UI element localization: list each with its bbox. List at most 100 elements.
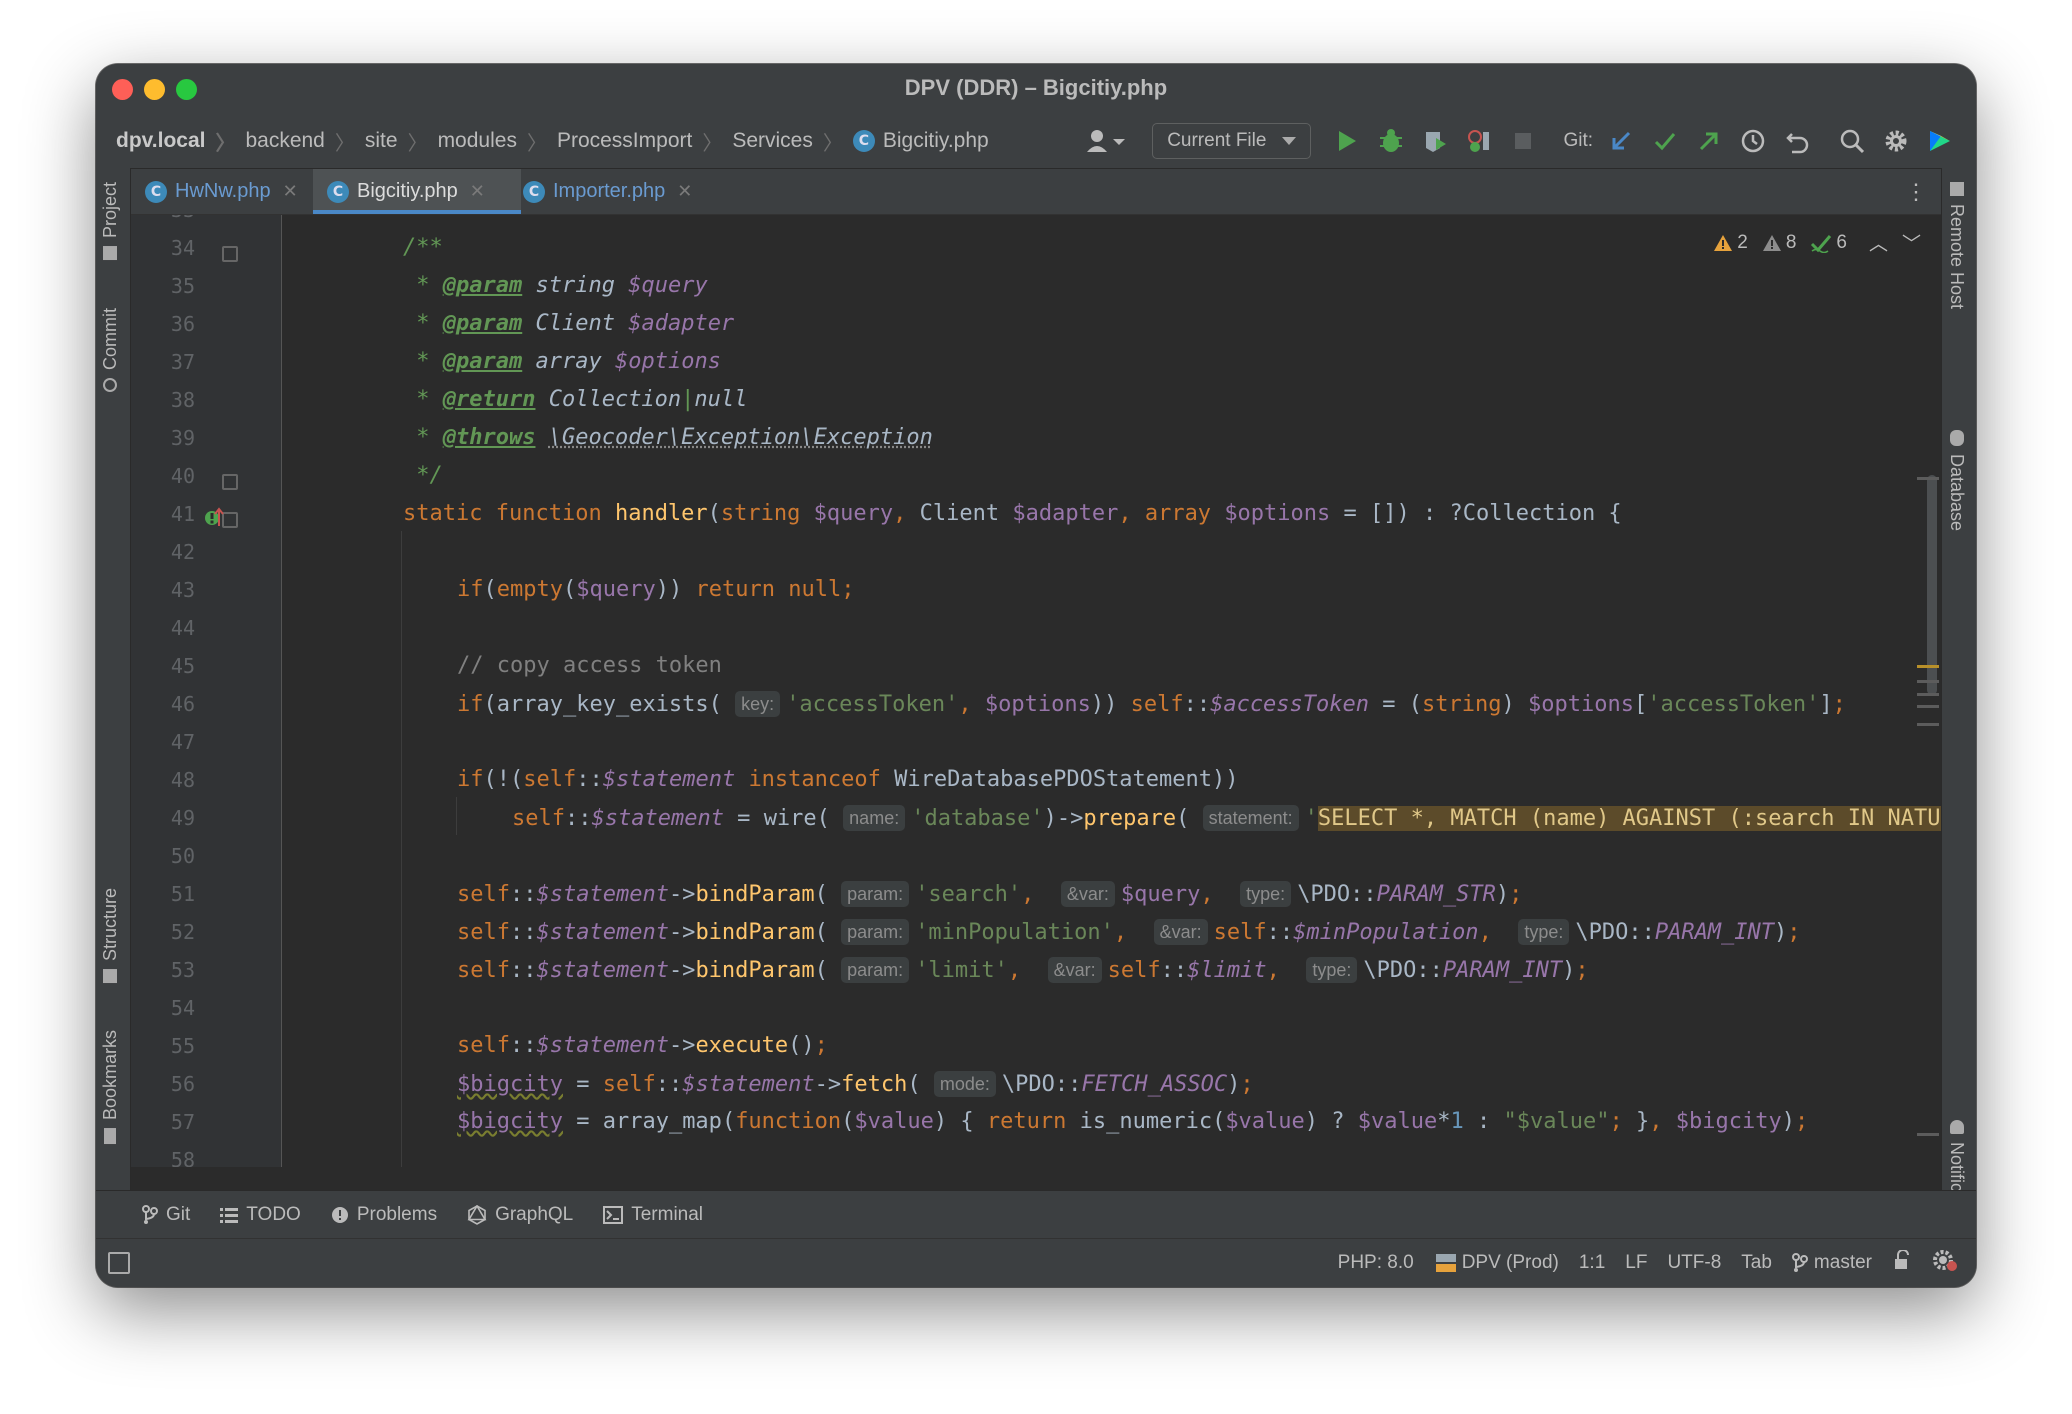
close-icon[interactable]: ✕ (470, 181, 485, 202)
code-editor[interactable]: 33 34 35 36 37 38 39 40 41 42 43 44 45 4… (131, 215, 1941, 1167)
stop-icon[interactable] (1508, 126, 1538, 156)
chevron-right-icon: 〉 (702, 132, 723, 155)
tab-hwnw[interactable]: C HwNw.php ✕ (131, 169, 333, 214)
lock-icon[interactable] (1892, 1249, 1912, 1276)
debug-icon[interactable] (1376, 126, 1406, 156)
toggle-tool-windows-icon[interactable] (108, 1252, 130, 1274)
profile-icon[interactable] (1464, 126, 1494, 156)
close-icon[interactable]: ✕ (283, 181, 298, 202)
breadcrumb-item-modules[interactable]: modules 〉 (438, 127, 557, 156)
graphql-icon (467, 1205, 487, 1225)
history-icon[interactable] (1738, 126, 1768, 156)
tool-window-label: Git (166, 1204, 191, 1225)
git-update-icon[interactable] (1606, 126, 1636, 156)
run-configuration-select[interactable]: Current File (1152, 123, 1312, 159)
tool-window-project[interactable]: Project (100, 182, 121, 261)
chevron-down-icon[interactable]: ﹀ (1902, 229, 1921, 256)
parameter-hint: param: (841, 957, 910, 983)
vertical-scrollbar[interactable] (1927, 475, 1937, 695)
warning-count[interactable]: 2 (1713, 232, 1748, 254)
error-stripe-marker[interactable] (1917, 680, 1939, 683)
tool-window-commit[interactable]: Commit (100, 308, 121, 392)
tool-window-label: TODO (246, 1204, 301, 1225)
tab-label: Bigcitiy.php (357, 180, 458, 202)
horizontal-scroll-area[interactable] (131, 1167, 1941, 1191)
error-stripe-marker[interactable] (1917, 693, 1939, 696)
breadcrumb-item-processimport[interactable]: ProcessImport 〉 (557, 127, 732, 156)
typo-count[interactable]: 6 (1810, 232, 1847, 254)
git-push-icon[interactable] (1694, 126, 1724, 156)
user-dropdown-icon[interactable] (1083, 126, 1127, 156)
git-commit-icon[interactable] (1650, 126, 1680, 156)
line-number: 43 (170, 578, 195, 602)
line-number: 51 (170, 882, 195, 906)
implements-method-icon[interactable] (203, 506, 225, 534)
doc-type: \Geocoder\Exception\Exception (548, 425, 933, 450)
inspection-widget[interactable]: 2 8 6 ︿ ﹀ (1713, 229, 1921, 256)
code-line-57: $bigcity = array_map(function($value) { … (457, 1109, 1809, 1134)
breadcrumb-item-services[interactable]: Services 〉 (732, 127, 853, 156)
breadcrumb-item-site[interactable]: site 〉 (365, 127, 438, 156)
tool-window-remote-host[interactable]: Remote Host (1946, 182, 1967, 309)
static-property: $limit (1187, 958, 1267, 983)
doc-tag: @param (442, 273, 523, 298)
encoding-widget[interactable]: UTF-8 (1667, 1252, 1721, 1274)
bookmark-icon (104, 1128, 117, 1145)
search-icon[interactable] (1837, 126, 1867, 156)
deployment-widget[interactable]: DPV (Prod) (1434, 1252, 1559, 1274)
variable: $value (854, 1109, 934, 1134)
tool-window-database[interactable]: Database (1946, 430, 1967, 531)
jetbrains-toolbox-icon[interactable] (1925, 126, 1955, 156)
breadcrumb-item-file[interactable]: C Bigcitiy.php (852, 129, 989, 153)
doc-tag: @throws (442, 425, 536, 450)
string: 'search' (915, 882, 1022, 907)
gear-icon[interactable] (1881, 126, 1911, 156)
event-log-icon[interactable] (1932, 1248, 1958, 1278)
tab-importer[interactable]: C Importer.php ✕ (509, 169, 727, 214)
variable: $query (1120, 882, 1201, 907)
tool-window-structure[interactable]: Structure (100, 888, 121, 984)
fold-icon[interactable] (222, 474, 238, 490)
line-number: 35 (170, 274, 195, 298)
indent-widget[interactable]: Tab (1741, 1252, 1772, 1274)
breadcrumb-label: Bigcitiy.php (882, 129, 989, 152)
error-stripe-marker[interactable] (1917, 1133, 1939, 1136)
line-number: 54 (170, 996, 195, 1020)
error-stripe-marker[interactable] (1917, 705, 1939, 708)
caret-position-widget[interactable]: 1:1 (1579, 1252, 1605, 1274)
tool-window-problems[interactable]: Problems (331, 1204, 437, 1226)
php-version-widget[interactable]: PHP: 8.0 (1338, 1252, 1414, 1274)
coverage-icon[interactable] (1420, 126, 1450, 156)
fold-icon[interactable] (222, 246, 238, 262)
rollback-icon[interactable] (1782, 126, 1812, 156)
line-separator-widget[interactable]: LF (1625, 1252, 1647, 1274)
commit-icon (103, 378, 118, 392)
error-stripe-marker[interactable] (1917, 723, 1939, 726)
method-call: prepare (1083, 806, 1177, 831)
tool-window-graphql[interactable]: GraphQL (467, 1204, 573, 1226)
more-tabs-icon[interactable]: ⋮ (1905, 179, 1927, 205)
chevron-right-icon: 〉 (215, 132, 236, 155)
error-stripe-marker[interactable] (1917, 665, 1939, 668)
git-branch-widget[interactable]: master (1791, 1252, 1872, 1274)
bottom-tool-bar: Git TODO Problems GraphQL Terminal (96, 1190, 1976, 1239)
breadcrumb-item-project[interactable]: dpv.local 〉 (116, 127, 245, 156)
tool-window-terminal[interactable]: Terminal (603, 1204, 703, 1226)
tool-window-git[interactable]: Git (142, 1204, 190, 1226)
code-line-36: * @param Client $adapter (403, 311, 735, 336)
breadcrumb-item-backend[interactable]: backend 〉 (245, 127, 364, 156)
chevron-right-icon: 〉 (822, 132, 843, 155)
tool-window-todo[interactable]: TODO (220, 1204, 301, 1226)
weak-warning-count[interactable]: 8 (1762, 232, 1796, 254)
run-icon[interactable] (1332, 126, 1362, 156)
chevron-up-icon[interactable]: ︿ (1869, 229, 1888, 256)
status-widgets: PHP: 8.0 DPV (Prod) 1:1 LF UTF-8 Tab mas… (1338, 1239, 1958, 1287)
bell-icon (1949, 1120, 1964, 1134)
error-stripe-marker[interactable] (1917, 477, 1939, 480)
close-icon[interactable]: ✕ (677, 181, 692, 202)
tool-window-bookmarks[interactable]: Bookmarks (100, 1030, 121, 1145)
tool-window-label: Database (1947, 454, 1967, 532)
php-class-icon: C (327, 180, 349, 203)
keyword: return (695, 577, 775, 602)
tab-bigcitiy[interactable]: C Bigcitiy.php ✕ (313, 169, 521, 214)
